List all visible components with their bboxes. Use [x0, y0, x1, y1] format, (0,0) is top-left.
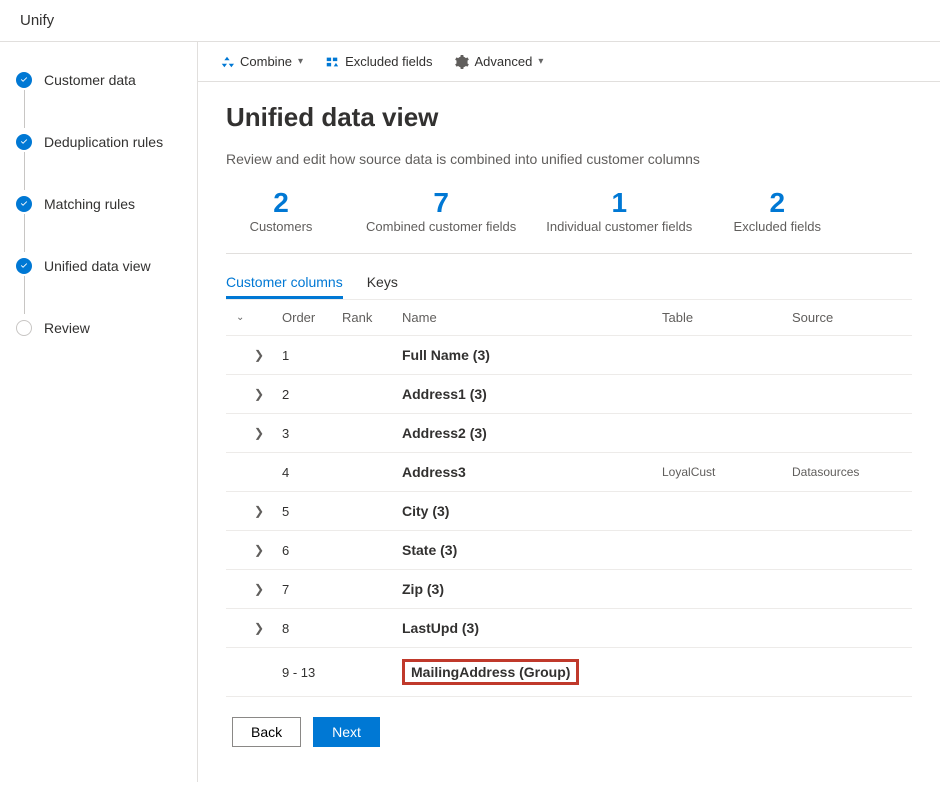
cell-order: 9 - 13	[282, 665, 342, 680]
step-connector	[24, 276, 25, 314]
cell-name: LastUpd (3)	[402, 620, 662, 636]
cell-order: 2	[282, 387, 342, 402]
chevron-down-icon: ▾	[298, 56, 303, 67]
columns-table: ⌄ Order Rank Name Table Source ❯1Full Na…	[226, 299, 912, 697]
expand-toggle[interactable]: ❯	[236, 504, 282, 518]
toolbar-advanced[interactable]: Advanced ▾	[455, 54, 544, 69]
stat-label: Customers	[226, 219, 336, 235]
expand-toggle[interactable]: ❯	[236, 387, 282, 401]
step-item[interactable]: Deduplication rules	[14, 124, 187, 160]
toolbar-excluded-fields[interactable]: Excluded fields	[325, 54, 432, 69]
table-row[interactable]: ❯1 Full Name (3)	[226, 336, 912, 375]
page-subtitle: Review and edit how source data is combi…	[226, 151, 912, 167]
step-connector	[24, 90, 25, 128]
col-source: Source	[792, 310, 902, 325]
stat-value: 2	[226, 187, 336, 219]
stat-label: Combined customer fields	[366, 219, 516, 235]
stat-label: Excluded fields	[722, 219, 832, 235]
header-title: Unify	[20, 12, 54, 29]
table-row[interactable]: ❯7 Zip (3)	[226, 570, 912, 609]
table-row[interactable]: 4 Address3LoyalCustDatasources	[226, 453, 912, 492]
check-circle-icon	[16, 72, 32, 88]
cell-name: Address2 (3)	[402, 425, 662, 441]
cell-name: City (3)	[402, 503, 662, 519]
table-row[interactable]: ❯8 LastUpd (3)	[226, 609, 912, 648]
cell-order: 6	[282, 543, 342, 558]
toolbar-combine[interactable]: Combine ▾	[220, 54, 303, 69]
stats-row: 2Customers7Combined customer fields1Indi…	[226, 181, 912, 254]
stat-card: 7Combined customer fields	[366, 187, 516, 235]
back-button[interactable]: Back	[232, 717, 301, 747]
check-circle-icon	[16, 134, 32, 150]
footer-buttons: Back Next	[226, 697, 912, 767]
col-table: Table	[662, 310, 792, 325]
chevron-down-icon: ▾	[538, 56, 543, 67]
cell-name: Zip (3)	[402, 581, 662, 597]
col-name: Name	[402, 310, 662, 325]
table-row[interactable]: ❯5 City (3)	[226, 492, 912, 531]
chevron-down-icon[interactable]: ⌄	[236, 312, 244, 323]
step-item[interactable]: Unified data view	[14, 248, 187, 284]
check-circle-icon	[16, 196, 32, 212]
expand-toggle[interactable]: ❯	[236, 543, 282, 557]
step-label: Deduplication rules	[44, 134, 163, 150]
wizard-sidebar: Customer data Deduplication rules Matching…	[0, 42, 198, 782]
expand-toggle[interactable]: ❯	[236, 582, 282, 596]
step-item[interactable]: Customer data	[14, 62, 187, 98]
check-circle-icon	[16, 258, 32, 274]
step-item[interactable]: Review	[14, 310, 187, 346]
cell-order: 5	[282, 504, 342, 519]
cell-order: 3	[282, 426, 342, 441]
cell-source: Datasources	[792, 465, 902, 479]
table-row[interactable]: ❯3 Address2 (3)	[226, 414, 912, 453]
combine-icon	[220, 55, 234, 69]
step-label: Review	[44, 320, 90, 336]
stat-value: 2	[722, 187, 832, 219]
stat-card: 1Individual customer fields	[546, 187, 692, 235]
stat-value: 1	[546, 187, 692, 219]
expand-toggle[interactable]: ❯	[236, 621, 282, 635]
step-connector	[24, 214, 25, 252]
cell-name: Address3	[402, 464, 662, 480]
step-label: Customer data	[44, 72, 136, 88]
table-header: ⌄ Order Rank Name Table Source	[226, 300, 912, 336]
table-row[interactable]: 9 - 13 MailingAddress (Group)	[226, 648, 912, 697]
stat-card: 2Excluded fields	[722, 187, 832, 235]
cell-order: 4	[282, 465, 342, 480]
table-row[interactable]: ❯6 State (3)	[226, 531, 912, 570]
step-label: Unified data view	[44, 258, 151, 274]
expand-toggle[interactable]: ❯	[236, 348, 282, 362]
toolbar: Combine ▾ Excluded fields Advanced ▾	[198, 42, 940, 82]
cell-order: 7	[282, 582, 342, 597]
cell-order: 8	[282, 621, 342, 636]
step-item[interactable]: Matching rules	[14, 186, 187, 222]
tab-customer-columns[interactable]: Customer columns	[226, 268, 343, 299]
empty-circle-icon	[16, 320, 32, 336]
cell-name: Full Name (3)	[402, 347, 662, 363]
next-button[interactable]: Next	[313, 717, 380, 747]
step-label: Matching rules	[44, 196, 135, 212]
tab-bar: Customer columns Keys	[226, 254, 912, 299]
stat-card: 2Customers	[226, 187, 336, 235]
cell-name: Address1 (3)	[402, 386, 662, 402]
col-rank: Rank	[342, 310, 402, 325]
cell-name: MailingAddress (Group)	[402, 659, 662, 685]
table-row[interactable]: ❯2 Address1 (3)	[226, 375, 912, 414]
highlight-box: MailingAddress (Group)	[402, 659, 579, 685]
cell-table: LoyalCust	[662, 465, 792, 479]
expand-toggle[interactable]: ❯	[236, 426, 282, 440]
stat-value: 7	[366, 187, 516, 219]
page-title: Unified data view	[226, 102, 912, 133]
gear-icon	[455, 55, 469, 69]
tab-keys[interactable]: Keys	[367, 268, 398, 299]
step-connector	[24, 152, 25, 190]
stat-label: Individual customer fields	[546, 219, 692, 235]
page-header: Unify	[0, 0, 940, 42]
col-order: Order	[282, 310, 342, 325]
cell-name: State (3)	[402, 542, 662, 558]
main-content: Combine ▾ Excluded fields Advanced ▾ Uni…	[198, 42, 940, 782]
cell-order: 1	[282, 348, 342, 363]
excluded-icon	[325, 55, 339, 69]
